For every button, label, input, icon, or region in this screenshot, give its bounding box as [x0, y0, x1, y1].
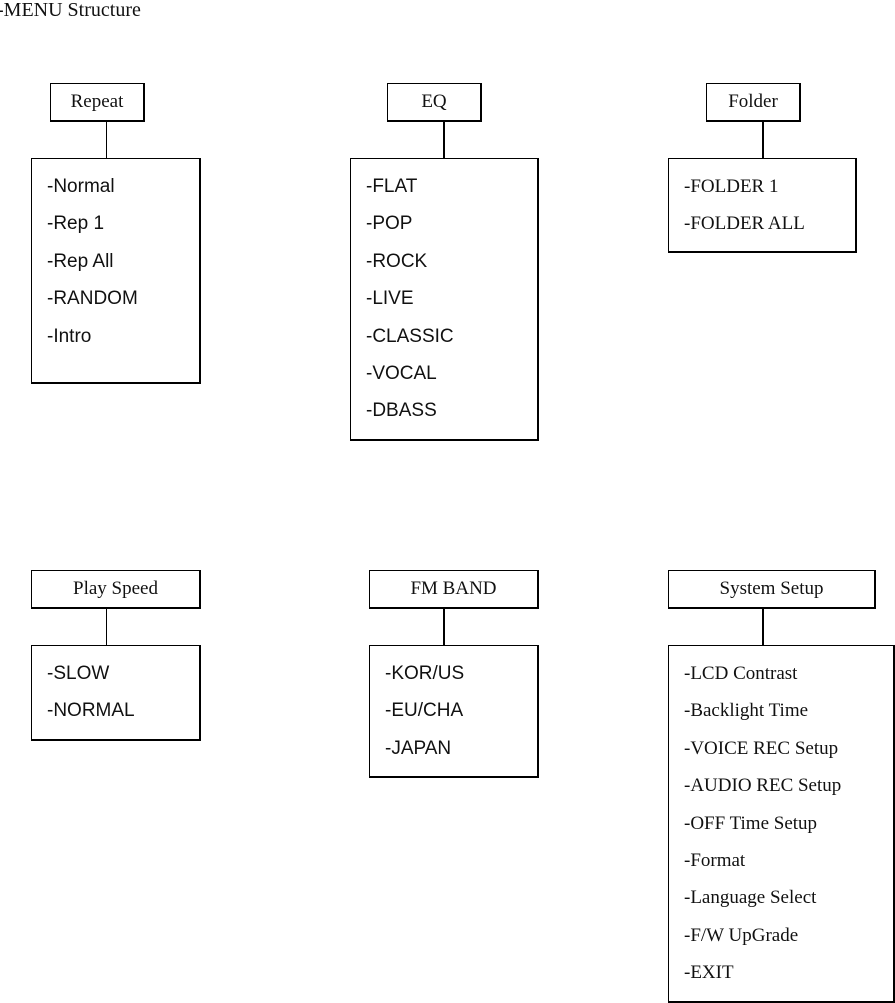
menu-item: -LIVE — [366, 288, 414, 310]
menu-item: -VOICE REC Setup — [684, 737, 839, 759]
menu-item: -EXIT — [684, 962, 734, 984]
menu-header-play-speed: Play Speed — [31, 570, 201, 609]
menu-item: -Rep 1 — [47, 213, 105, 235]
menu-item: -Backlight Time — [684, 700, 809, 722]
menu-item: -LCD Contrast — [684, 663, 798, 684]
connector-line — [762, 608, 764, 646]
menu-item: -F/W UpGrade — [684, 924, 799, 946]
menu-item: -FLAT — [366, 176, 418, 197]
menu-box-play-speed: -SLOW -NORMAL — [31, 645, 201, 741]
menu-item: -JAPAN — [385, 737, 452, 759]
menu-header-system-setup: System Setup — [668, 570, 876, 609]
menu-item: -Language Select — [684, 887, 817, 909]
menu-item: -FOLDER ALL — [684, 213, 805, 235]
connector-line — [106, 608, 107, 646]
menu-item: -AUDIO REC Setup — [684, 775, 842, 797]
menu-item: -VOCAL — [366, 362, 437, 384]
menu-box-eq: -FLAT -POP -ROCK -LIVE -CLASSIC -VOCAL -… — [350, 158, 539, 441]
menu-item: -RANDOM — [47, 288, 138, 310]
connector-line — [443, 608, 445, 646]
menu-item: -ROCK — [366, 250, 428, 272]
menu-item: -DBASS — [366, 400, 437, 422]
menu-item: -CLASSIC — [366, 325, 454, 347]
menu-item: -Intro — [47, 325, 92, 347]
menu-item: -SLOW — [47, 663, 110, 684]
menu-box-system-setup: -LCD Contrast -Backlight Time -VOICE REC… — [668, 645, 895, 1003]
menu-item: -Format — [684, 849, 746, 871]
menu-item: -OFF Time Setup — [684, 812, 818, 834]
menu-item: -NORMAL — [47, 700, 135, 722]
connector-line — [443, 121, 445, 159]
menu-header-eq: EQ — [387, 83, 482, 122]
menu-item: -KOR/US — [385, 663, 465, 684]
menu-item: -EU/CHA — [385, 700, 464, 722]
menu-box-folder: -FOLDER 1 -FOLDER ALL — [668, 158, 857, 253]
connector-line — [762, 121, 764, 159]
menu-item: -Rep All — [47, 250, 114, 272]
menu-item: -Normal — [47, 176, 115, 197]
page-title: -MENU Structure — [0, 0, 141, 21]
menu-header-repeat: Repeat — [50, 83, 145, 122]
menu-item: -FOLDER 1 — [684, 176, 779, 197]
menu-box-repeat: -Normal -Rep 1 -Rep All -RANDOM -Intro — [31, 158, 201, 384]
menu-header-folder: Folder — [706, 83, 801, 122]
connector-line — [106, 121, 107, 159]
menu-box-fm-band: -KOR/US -EU/CHA -JAPAN — [369, 645, 539, 778]
menu-header-fm-band: FM BAND — [369, 570, 539, 609]
menu-item: -POP — [366, 213, 413, 235]
